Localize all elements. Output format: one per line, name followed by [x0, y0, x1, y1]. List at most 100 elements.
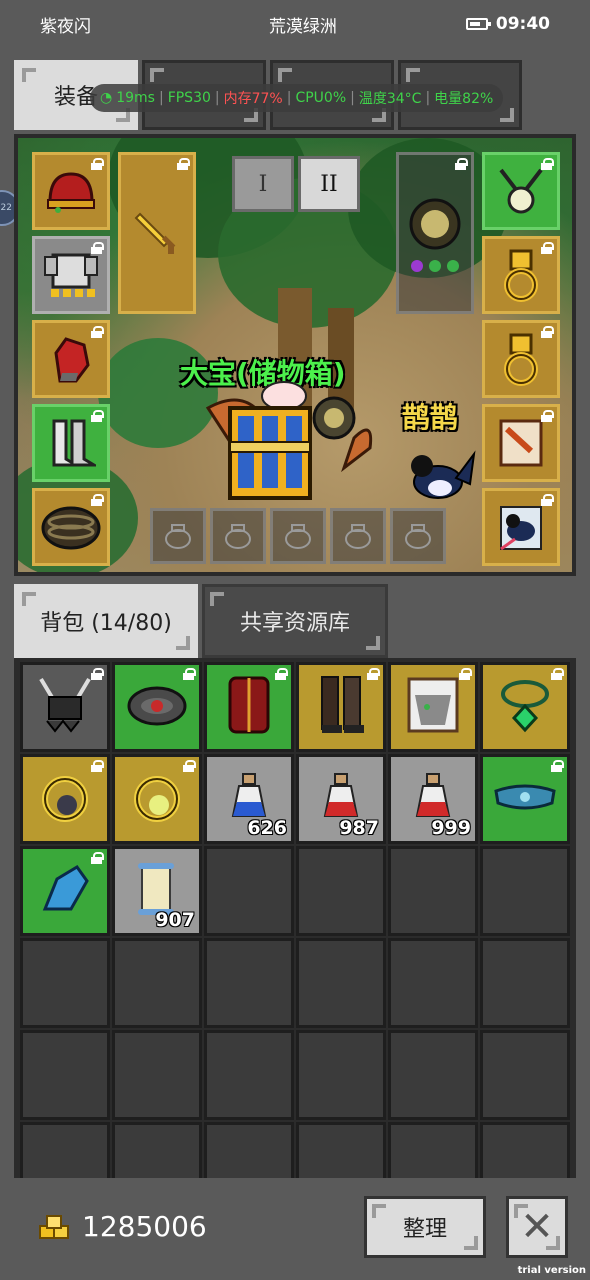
backpack-item-slot[interactable] [388, 662, 478, 752]
backpack-empty-slot[interactable] [296, 1030, 386, 1120]
equipment-scene: I II 大宝(储物箱) 鹊鹊 [14, 134, 576, 576]
lock-icon [91, 494, 104, 506]
backpack-empty-slot[interactable] [480, 1122, 570, 1178]
backpack-empty-slot[interactable] [204, 846, 294, 936]
backpack-empty-slot[interactable] [20, 1030, 110, 1120]
tab-shared-storage[interactable]: 共享资源库 [202, 584, 388, 658]
magpie-icon [500, 506, 542, 551]
gold-coins-icon [39, 1215, 69, 1239]
red-chestplate-icon [224, 674, 274, 740]
equip-slot-ring-1[interactable] [482, 236, 560, 314]
red-gauntlet-icon [54, 337, 90, 383]
memory-value: 内存77% [223, 91, 283, 107]
equip-slot-gloves[interactable] [32, 320, 110, 398]
backpack-empty-slot[interactable] [480, 938, 570, 1028]
backpack-item-slot[interactable] [204, 662, 294, 752]
temperature-value: 温度34°C [358, 91, 422, 107]
sort-button-label: 整理 [402, 1217, 447, 1242]
backpack-item-slot[interactable] [112, 662, 202, 752]
lock-icon [455, 158, 468, 170]
backpack-empty-slot[interactable] [296, 938, 386, 1028]
pouch-placeholder-icon [405, 524, 431, 549]
lock-icon [541, 158, 554, 170]
backpack-empty-slot[interactable] [204, 1122, 294, 1178]
zone-name: 荒漠绿洲 [268, 16, 337, 37]
backpack-empty-slot[interactable] [112, 1030, 202, 1120]
backpack-empty-slot[interactable] [296, 846, 386, 936]
tiger-portrait-icon [405, 675, 461, 739]
blue-belt-icon [492, 777, 558, 821]
corner-decoration [500, 108, 514, 122]
magpie-pet[interactable] [404, 444, 476, 506]
equip-slot-bottom-3[interactable] [270, 508, 326, 564]
equip-slot-weapon[interactable] [118, 152, 196, 314]
lock-icon [551, 760, 564, 772]
lock-icon [183, 668, 196, 680]
equip-slot-bottom-1[interactable] [150, 508, 206, 564]
equip-slot-belt[interactable] [32, 488, 110, 566]
red-helmet-icon [47, 172, 95, 213]
backpack-item-slot[interactable]: 999 [388, 754, 478, 844]
lock-icon [91, 668, 104, 680]
backpack-empty-slot[interactable] [112, 938, 202, 1028]
tab-backpack[interactable]: 背包 (14/80) [14, 584, 198, 658]
equip-slot-bottom-2[interactable] [210, 508, 266, 564]
lock-icon [91, 410, 104, 422]
equip-slot-pet[interactable] [482, 488, 560, 566]
equip-slot-ring-2[interactable] [482, 320, 560, 398]
sword-icon [134, 212, 176, 254]
equip-slot-scroll[interactable] [482, 404, 560, 482]
lock-icon [541, 326, 554, 338]
corner-decoration [406, 68, 420, 82]
dark-ring-icon [37, 769, 93, 829]
page-button-2[interactable]: II [298, 156, 360, 212]
battery-icon [465, 18, 491, 30]
backpack-item-slot[interactable]: 626 [204, 754, 294, 844]
treasure-chest-character[interactable] [204, 378, 374, 508]
backpack-empty-slot[interactable] [112, 1122, 202, 1178]
item-count: 626 [247, 817, 287, 839]
backpack-item-slot[interactable] [20, 662, 110, 752]
boots-icon [52, 419, 96, 467]
backpack-item-slot[interactable]: 987 [296, 754, 386, 844]
ring-icon [504, 249, 538, 302]
equip-slot-amulet[interactable] [482, 152, 560, 230]
backpack-empty-slot[interactable] [388, 1122, 478, 1178]
backpack-item-slot[interactable] [480, 662, 570, 752]
gold-amount: 1285006 [82, 1210, 207, 1243]
lock-icon [459, 668, 472, 680]
backpack-empty-slot[interactable] [204, 1030, 294, 1120]
page-button-1[interactable]: I [232, 156, 294, 212]
corner-decoration [464, 1236, 478, 1250]
equip-slot-bottom-5[interactable] [390, 508, 446, 564]
status-right: 09:40 [465, 14, 550, 34]
backpack-empty-slot[interactable] [20, 1122, 110, 1178]
backpack-item-slot[interactable] [20, 754, 110, 844]
backpack-empty-slot[interactable] [204, 938, 294, 1028]
horned-helmet-icon [35, 675, 95, 739]
sort-button[interactable]: 整理 [364, 1196, 486, 1258]
lock-icon [91, 852, 104, 864]
armor-icon [44, 253, 98, 297]
backpack-item-slot[interactable] [296, 662, 386, 752]
equip-slot-offhand[interactable] [396, 152, 474, 314]
equip-slot-boots[interactable] [32, 404, 110, 482]
backpack-empty-slot[interactable] [388, 938, 478, 1028]
backpack-item-slot[interactable] [20, 846, 110, 936]
backpack-empty-slot[interactable] [20, 938, 110, 1028]
backpack-empty-slot[interactable] [388, 846, 478, 936]
pouch-placeholder-icon [225, 524, 251, 549]
backpack-empty-slot[interactable] [480, 846, 570, 936]
backpack-empty-slot[interactable] [480, 1030, 570, 1120]
equip-slot-bottom-4[interactable] [330, 508, 386, 564]
pouch-placeholder-icon [345, 524, 371, 549]
close-button[interactable]: ✕ [506, 1196, 568, 1258]
lock-icon [183, 760, 196, 772]
backpack-empty-slot[interactable] [388, 1030, 478, 1120]
equip-slot-helmet[interactable] [32, 152, 110, 230]
backpack-empty-slot[interactable] [296, 1122, 386, 1178]
equip-slot-armor[interactable] [32, 236, 110, 314]
backpack-item-slot[interactable] [112, 754, 202, 844]
backpack-item-slot[interactable]: 907 [112, 846, 202, 936]
backpack-item-slot[interactable] [480, 754, 570, 844]
